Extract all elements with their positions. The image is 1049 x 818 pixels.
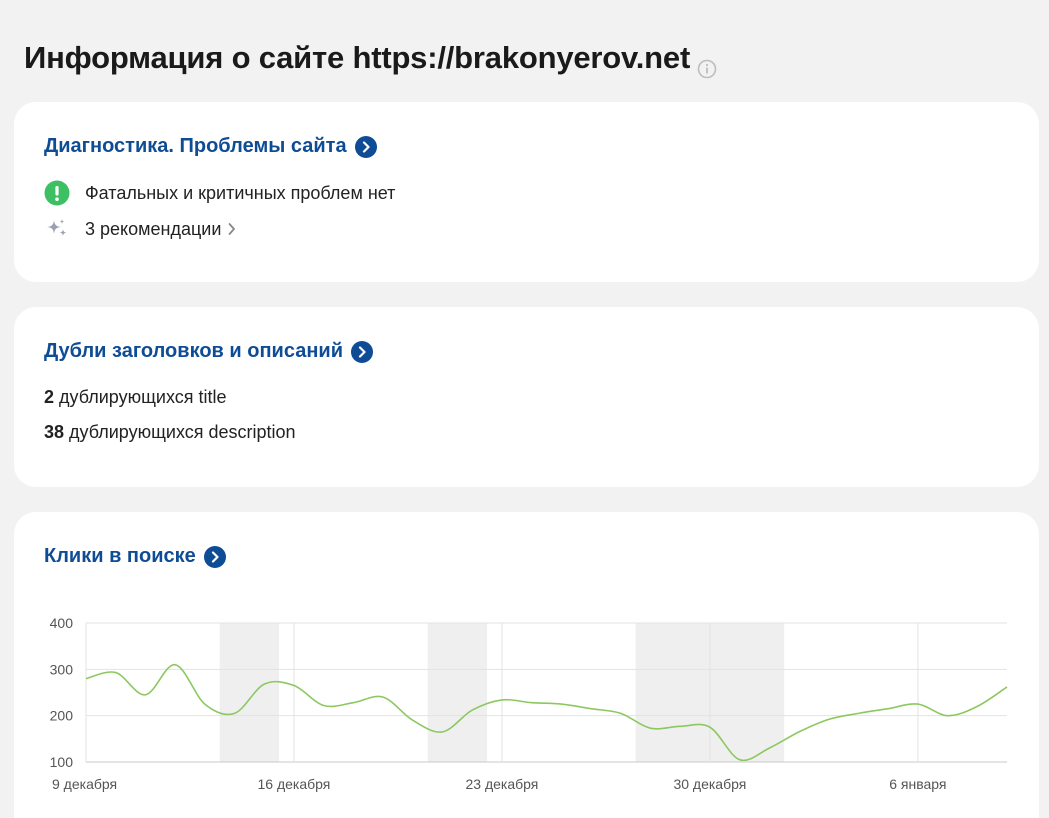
y-tick-label: 100 — [50, 754, 74, 770]
recommendations-label: 3 рекомендации — [85, 218, 222, 239]
duplicates-card: Дубли заголовков и описаний 2 дублирующи… — [14, 307, 1039, 487]
diagnostics-card: Диагностика. Проблемы сайта Фатальных и … — [14, 102, 1039, 282]
weekend-band — [427, 623, 488, 762]
recommendations-link[interactable]: 3 рекомендации — [44, 216, 237, 242]
diagnostics-status-row: Фатальных и критичных проблем нет — [44, 180, 395, 206]
duplicates-title-link[interactable]: Дубли заголовков и описаний — [44, 340, 373, 363]
x-tick-label: 23 декабря — [465, 776, 538, 792]
info-circle-icon[interactable] — [697, 51, 717, 78]
duplicate-title-label: дублирующихся title — [59, 387, 227, 407]
duplicate-description-count: 38 — [44, 422, 65, 442]
diagnostics-title-link[interactable]: Диагностика. Проблемы сайта — [44, 135, 377, 158]
page-title-text: Информация о сайте https://brakonyerov.n… — [24, 40, 691, 75]
chevron-right-circle-icon — [350, 340, 373, 363]
clicks-card: Клики в поиске 400 300 200 100 9 декабря 16 … — [14, 512, 1039, 818]
y-tick-label: 200 — [50, 708, 74, 724]
chevron-right-icon — [227, 222, 237, 236]
duplicate-description-label: дублирующихся description — [69, 422, 296, 442]
chevron-right-circle-icon — [354, 135, 377, 158]
x-axis-ticks: 9 декабря 16 декабря 23 декабря 30 декабря 6… — [52, 776, 947, 792]
weekend-band — [219, 623, 280, 762]
y-tick-label: 400 — [50, 615, 74, 631]
x-tick-label: 6 января — [889, 776, 946, 792]
x-tick-label: 9 декабря — [52, 776, 117, 792]
y-tick-label: 300 — [50, 661, 74, 677]
x-tick-label: 16 декабря — [258, 776, 331, 792]
x-tick-label: 30 декабря — [673, 776, 746, 792]
duplicate-title-row[interactable]: 2 дублирующихся title — [44, 387, 227, 408]
exclamation-circle-icon — [44, 180, 70, 206]
duplicates-title: Дубли заголовков и описаний — [44, 340, 343, 362]
duplicate-title-count: 2 — [44, 387, 55, 407]
duplicate-description-row[interactable]: 38 дублирующихся description — [44, 422, 296, 443]
sparkle-icon — [44, 216, 70, 242]
y-axis-ticks: 400 300 200 100 — [50, 615, 74, 770]
diagnostics-status-text: Фатальных и критичных проблем нет — [85, 182, 396, 203]
diagnostics-title: Диагностика. Проблемы сайта — [44, 135, 347, 157]
clicks-chart[interactable]: 400 300 200 100 9 декабря 16 декабря 23 декаб… — [14, 512, 1039, 818]
page-title: Информация о сайте https://brakonyerov.n… — [24, 40, 717, 78]
